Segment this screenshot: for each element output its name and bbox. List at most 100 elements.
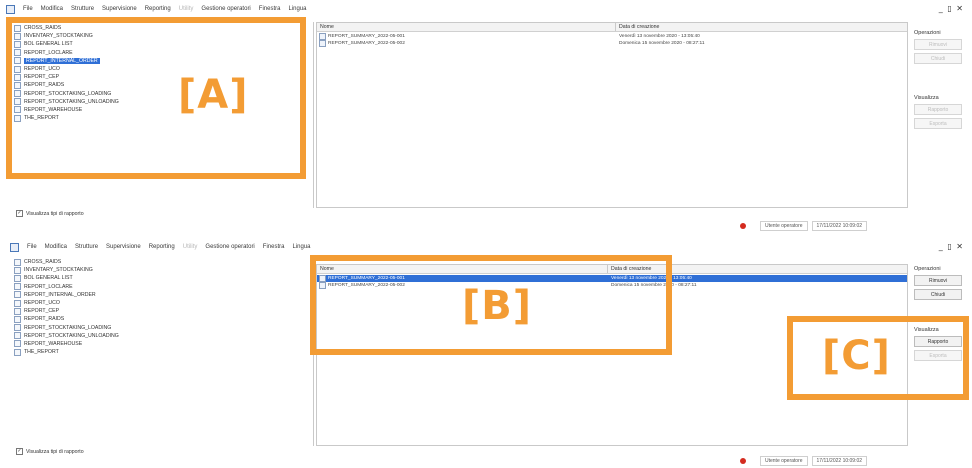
menu-strutture[interactable]: Strutture	[71, 6, 94, 12]
show-types-checkbox-row[interactable]: ✓ Visualizza tipi di rapporto	[16, 210, 84, 217]
menu-bar: File Modifica Strutture Supervisione Rep…	[10, 242, 311, 252]
menu-gestione-operatori[interactable]: Gestione operatori	[205, 244, 254, 250]
report-type-icon	[14, 315, 21, 323]
list-row[interactable]: REPORT_SUMMARY_2022-05-002 Domenica 15 n…	[317, 40, 907, 47]
tree-item-label: BOL GENERAL LIST	[24, 275, 73, 282]
close-button[interactable]: Chiudi	[914, 289, 962, 300]
report-type-tree: CROSS_RAIDS INVENTARY_STOCKTAKING BOL GENE…	[14, 258, 314, 357]
status-dot-icon	[740, 457, 746, 464]
tree-item-label: REPORT_LOCLARE	[24, 283, 73, 290]
tree-item[interactable]: REPORT_LOCLARE	[14, 283, 314, 291]
row-date: Venerdì 13 novembre 2020 - 13:05:40	[619, 34, 700, 39]
tree-item-label: REPORT_RAIDS	[24, 316, 65, 323]
status-datetime: 17/11/2022 10:09:02	[811, 220, 868, 231]
tree-item[interactable]: REPORT_CEP	[14, 307, 314, 315]
report-type-icon	[14, 258, 21, 266]
show-types-checkbox[interactable]: ✓	[16, 448, 23, 455]
close-button[interactable]: Chiudi	[914, 53, 962, 64]
tree-item-label: THE_REPORT	[24, 349, 59, 356]
tree-item-label: REPORT_CEP	[24, 308, 60, 315]
app-icon	[10, 242, 19, 252]
app-window-top: File Modifica Strutture Supervisione Rep…	[0, 0, 972, 236]
tree-item[interactable]: REPORT_INTERNAL_ORDER	[14, 291, 314, 299]
tree-item[interactable]: INVENTARY_STOCKTAKING	[14, 266, 314, 274]
show-types-label: Visualizza tipi di rapporto	[26, 448, 84, 455]
show-types-label: Visualizza tipi di rapporto	[26, 210, 84, 217]
tree-item[interactable]: REPORT_STOCKTAKING_LOADING	[14, 324, 314, 332]
tree-item-label: REPORT_UCO	[24, 300, 60, 307]
report-type-icon	[14, 266, 21, 274]
row-name: REPORT_SUMMARY_2022-05-001	[328, 34, 405, 39]
report-type-icon	[14, 307, 21, 315]
report-type-icon	[14, 340, 21, 348]
tree-item[interactable]: REPORT_UCO	[14, 299, 314, 307]
menu-gestione-operatori[interactable]: Gestione operatori	[201, 6, 250, 12]
menu-file[interactable]: File	[27, 244, 37, 250]
menu-strutture[interactable]: Strutture	[75, 244, 98, 250]
report-type-icon	[14, 274, 21, 282]
tree-item-label: REPORT_STOCKTAKING_LOADING	[24, 324, 112, 331]
menu-modifica[interactable]: Modifica	[45, 244, 67, 250]
export-button[interactable]: Esporta	[914, 118, 962, 129]
menu-reporting[interactable]: Reporting	[145, 6, 171, 12]
file-icon	[319, 40, 326, 47]
list-header: Nome Data di creazione	[317, 23, 907, 32]
splitter[interactable]	[313, 22, 314, 208]
tree-item[interactable]: THE_REPORT	[14, 348, 314, 356]
menu-lingua[interactable]: Lingua	[288, 6, 306, 12]
menu-modifica[interactable]: Modifica	[41, 6, 63, 12]
tree-item-label: REPORT_WAREHOUSE	[24, 340, 83, 347]
report-type-icon	[14, 291, 21, 299]
tree-item[interactable]: REPORT_WAREHOUSE	[14, 340, 314, 348]
menu-reporting[interactable]: Reporting	[149, 244, 175, 250]
status-dot-icon	[740, 222, 746, 229]
operations-label: Operazioni	[914, 30, 941, 36]
app-icon	[6, 4, 15, 14]
show-types-checkbox[interactable]: ✓	[16, 210, 23, 217]
status-bar: Utente operatore 17/11/2022 10:09:02	[740, 455, 868, 466]
col-name-header[interactable]: Nome	[320, 24, 334, 30]
menu-finestra[interactable]: Finestra	[259, 6, 281, 12]
report-type-icon	[14, 324, 21, 332]
menu-supervisione[interactable]: Supervisione	[102, 6, 137, 12]
callout-c-label: [C]	[822, 333, 891, 379]
list-row[interactable]: REPORT_SUMMARY_2022-05-001 Venerdì 13 no…	[317, 33, 907, 40]
menu-finestra[interactable]: Finestra	[263, 244, 285, 250]
callout-a-frame	[6, 17, 306, 179]
app-window-bottom: File Modifica Strutture Supervisione Rep…	[0, 236, 972, 468]
callout-b-label: [B]	[462, 283, 533, 329]
status-user: Utente operatore	[760, 455, 808, 466]
report-button[interactable]: Rapporto	[914, 104, 962, 115]
tree-item-label: REPORT_STOCKTAKING_UNLOADING	[24, 332, 119, 339]
status-bar: Utente operatore 17/11/2022 10:09:02	[740, 220, 868, 231]
file-icon	[319, 33, 326, 40]
tree-item-label: INVENTARY_STOCKTAKING	[24, 267, 93, 274]
report-type-icon	[14, 283, 21, 291]
menu-utility: Utility	[178, 6, 194, 12]
report-list: Nome Data di creazione REPORT_SUMMARY_20…	[316, 22, 908, 208]
row-name: REPORT_SUMMARY_2022-05-002	[328, 41, 405, 46]
menu-bar: File Modifica Strutture Supervisione Rep…	[6, 4, 307, 14]
actions-panel: Operazioni Rimuovi Chiudi Visualizza Rap…	[914, 30, 970, 132]
tree-item[interactable]: BOL GENERAL LIST	[14, 274, 314, 282]
status-user: Utente operatore	[760, 220, 808, 231]
window-controls[interactable]: _ ▯ ✕	[939, 4, 964, 13]
remove-button[interactable]: Rimuovi	[914, 39, 962, 50]
row-date: Domenica 15 novembre 2020 - 08:27:11	[619, 41, 705, 46]
tree-item[interactable]: REPORT_STOCKTAKING_UNLOADING	[14, 332, 314, 340]
col-date-header[interactable]: Data di creazione	[619, 24, 659, 30]
operations-label: Operazioni	[914, 266, 941, 272]
tree-item[interactable]: CROSS_RAIDS	[14, 258, 314, 266]
menu-supervisione[interactable]: Supervisione	[106, 244, 141, 250]
show-types-checkbox-row[interactable]: ✓ Visualizza tipi di rapporto	[16, 448, 84, 455]
menu-file[interactable]: File	[23, 6, 33, 12]
tree-item-label: CROSS_RAIDS	[24, 259, 62, 266]
tree-item-label: REPORT_INTERNAL_ORDER	[24, 291, 96, 298]
view-label: Visualizza	[914, 95, 939, 101]
window-controls[interactable]: _ ▯ ✕	[939, 242, 964, 251]
remove-button[interactable]: Rimuovi	[914, 275, 962, 286]
callout-a-label: [A]	[178, 72, 249, 118]
menu-lingua[interactable]: Lingua	[292, 244, 310, 250]
tree-item[interactable]: REPORT_RAIDS	[14, 315, 314, 323]
report-type-icon	[14, 348, 21, 356]
